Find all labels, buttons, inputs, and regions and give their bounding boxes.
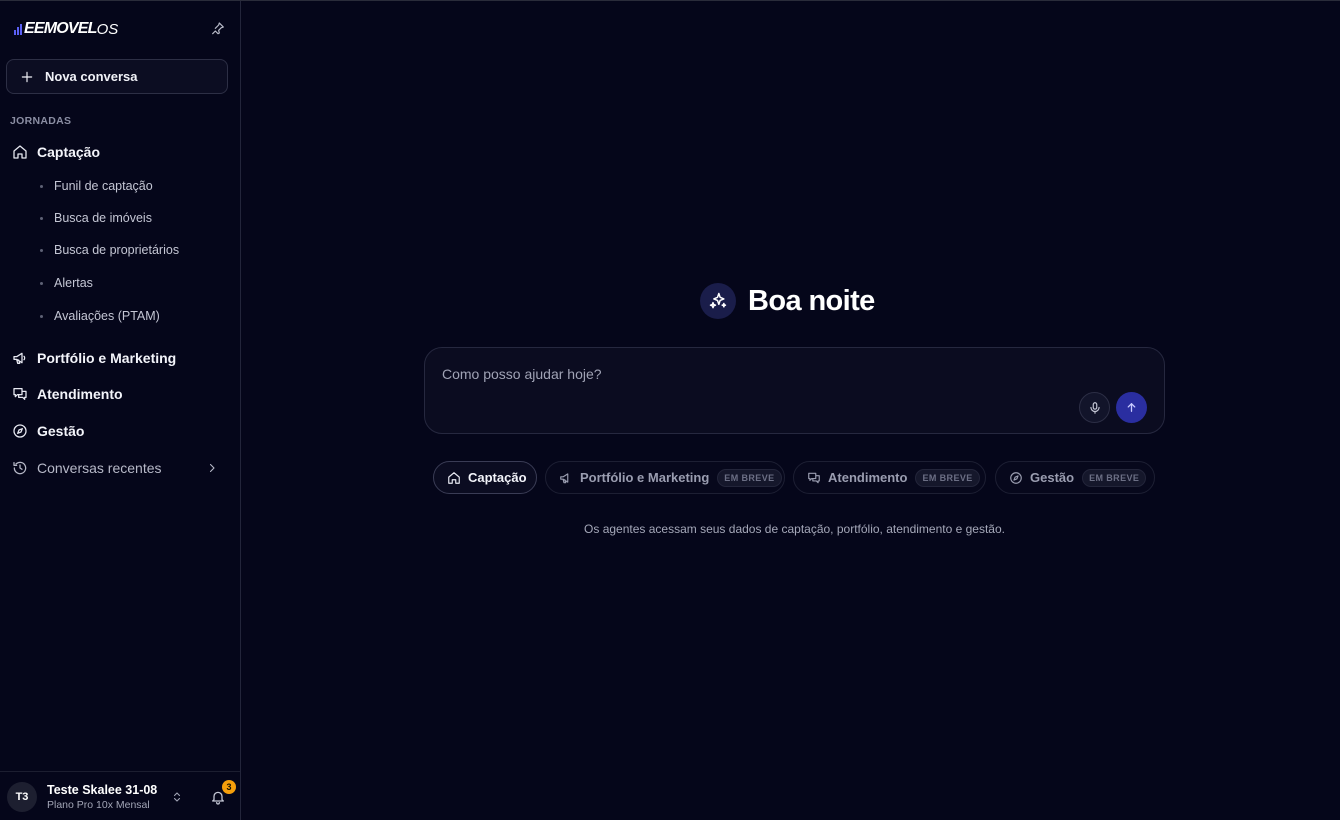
sidebar-subitem-funil[interactable]: Funil de captação: [40, 175, 153, 197]
sidebar-subitem-busca-proprietarios[interactable]: Busca de proprietários: [40, 239, 179, 261]
sidebar-item-atendimento[interactable]: Atendimento: [0, 379, 240, 409]
history-icon: [13, 461, 27, 475]
compass-icon: [13, 424, 27, 438]
bullet-icon: [40, 248, 43, 252]
sidebar-subitem-label: Busca de imóveis: [54, 211, 152, 225]
sidebar-subitem-label: Alertas: [54, 276, 93, 290]
sidebar-item-label: Gestão: [37, 423, 85, 439]
sidebar-item-label: Atendimento: [37, 386, 123, 402]
sparkles-icon: [700, 283, 736, 319]
brand-suffix: OS: [96, 20, 119, 38]
sidebar-item-gestao[interactable]: Gestão: [0, 416, 240, 446]
avatar[interactable]: T3: [7, 782, 37, 812]
user-bar[interactable]: T3 Teste Skalee 31-08 Plano Pro 10x Mens…: [0, 771, 240, 820]
logo-bars-icon: [14, 23, 22, 35]
app-window: EEMOVEL OS Nova conversa JORNADAS Captaçã…: [0, 0, 1340, 820]
greeting: Boa noite: [700, 283, 875, 319]
coming-soon-badge: EM BREVE: [717, 468, 782, 487]
home-icon: [13, 145, 27, 159]
sidebar-subitem-label: Funil de captação: [54, 179, 153, 193]
new-chat-button[interactable]: Nova conversa: [6, 59, 228, 94]
section-title-jornadas: JORNADAS: [10, 115, 72, 127]
coming-soon-badge: EM BREVE: [915, 468, 980, 487]
sidebar-item-label: Conversas recentes: [37, 460, 162, 476]
sidebar-item-conversas-recentes[interactable]: Conversas recentes: [0, 453, 240, 483]
sidebar-subitem-label: Busca de proprietários: [54, 243, 180, 257]
bullet-icon: [40, 216, 43, 220]
sidebar-subitem-busca-imoveis[interactable]: Busca de imóveis: [40, 207, 152, 229]
compass-icon: [1010, 471, 1022, 484]
chip-portfolio[interactable]: Portfólio e Marketing EM BREVE: [545, 461, 785, 494]
send-button[interactable]: [1116, 392, 1147, 423]
pin-icon[interactable]: [210, 21, 226, 37]
home-icon: [448, 471, 460, 484]
plus-icon: [21, 71, 33, 82]
chip-gestao[interactable]: Gestão EM BREVE: [995, 461, 1155, 494]
bullet-icon: [40, 184, 43, 188]
chevron-right-icon: [209, 463, 215, 473]
footnote: Os agentes acessam seus dados de captaçã…: [584, 522, 1005, 536]
sidebar-item-portfolio[interactable]: Portfólio e Marketing: [0, 343, 240, 373]
brand-name: EEMOVEL: [24, 20, 97, 37]
greeting-title: Boa noite: [748, 284, 875, 317]
sidebar-item-captacao[interactable]: Captação: [0, 137, 240, 167]
chip-captacao[interactable]: Captação: [433, 461, 537, 494]
message-input[interactable]: [442, 363, 1062, 385]
chevron-updown-icon[interactable]: [171, 790, 183, 804]
sidebar-item-label: Portfólio e Marketing: [37, 350, 177, 366]
chip-label: Gestão: [1030, 470, 1075, 485]
chat-icon: [808, 472, 820, 483]
user-name: Teste Skalee 31-08: [47, 783, 158, 797]
bullet-icon: [40, 281, 43, 285]
sidebar-subitem-alertas[interactable]: Alertas: [40, 272, 93, 294]
new-chat-label: Nova conversa: [45, 69, 138, 84]
chip-label: Atendimento: [828, 470, 908, 485]
sidebar-subitem-label: Avaliações (PTAM): [54, 309, 160, 323]
microphone-icon: [1089, 401, 1100, 414]
sidebar-item-label: Captação: [37, 144, 101, 160]
megaphone-icon: [13, 352, 26, 364]
chat-icon: [13, 388, 27, 400]
arrow-up-icon: [1127, 403, 1136, 412]
brand-logo[interactable]: EEMOVEL OS: [14, 20, 118, 38]
bullet-icon: [40, 314, 43, 318]
chip-label: Portfólio e Marketing: [580, 470, 710, 485]
notification-badge: 3: [222, 780, 236, 794]
chat-composer: [424, 347, 1165, 434]
microphone-button[interactable]: [1079, 392, 1110, 423]
sidebar: EEMOVEL OS Nova conversa JORNADAS Captaçã…: [0, 1, 241, 820]
megaphone-icon: [560, 472, 569, 483]
coming-soon-badge: EM BREVE: [1082, 468, 1147, 487]
chip-label: Captação: [468, 470, 527, 485]
user-plan: Plano Pro 10x Mensal: [47, 799, 150, 811]
chip-atendimento[interactable]: Atendimento EM BREVE: [793, 461, 986, 494]
sidebar-subitem-avaliacoes[interactable]: Avaliações (PTAM): [40, 305, 160, 327]
